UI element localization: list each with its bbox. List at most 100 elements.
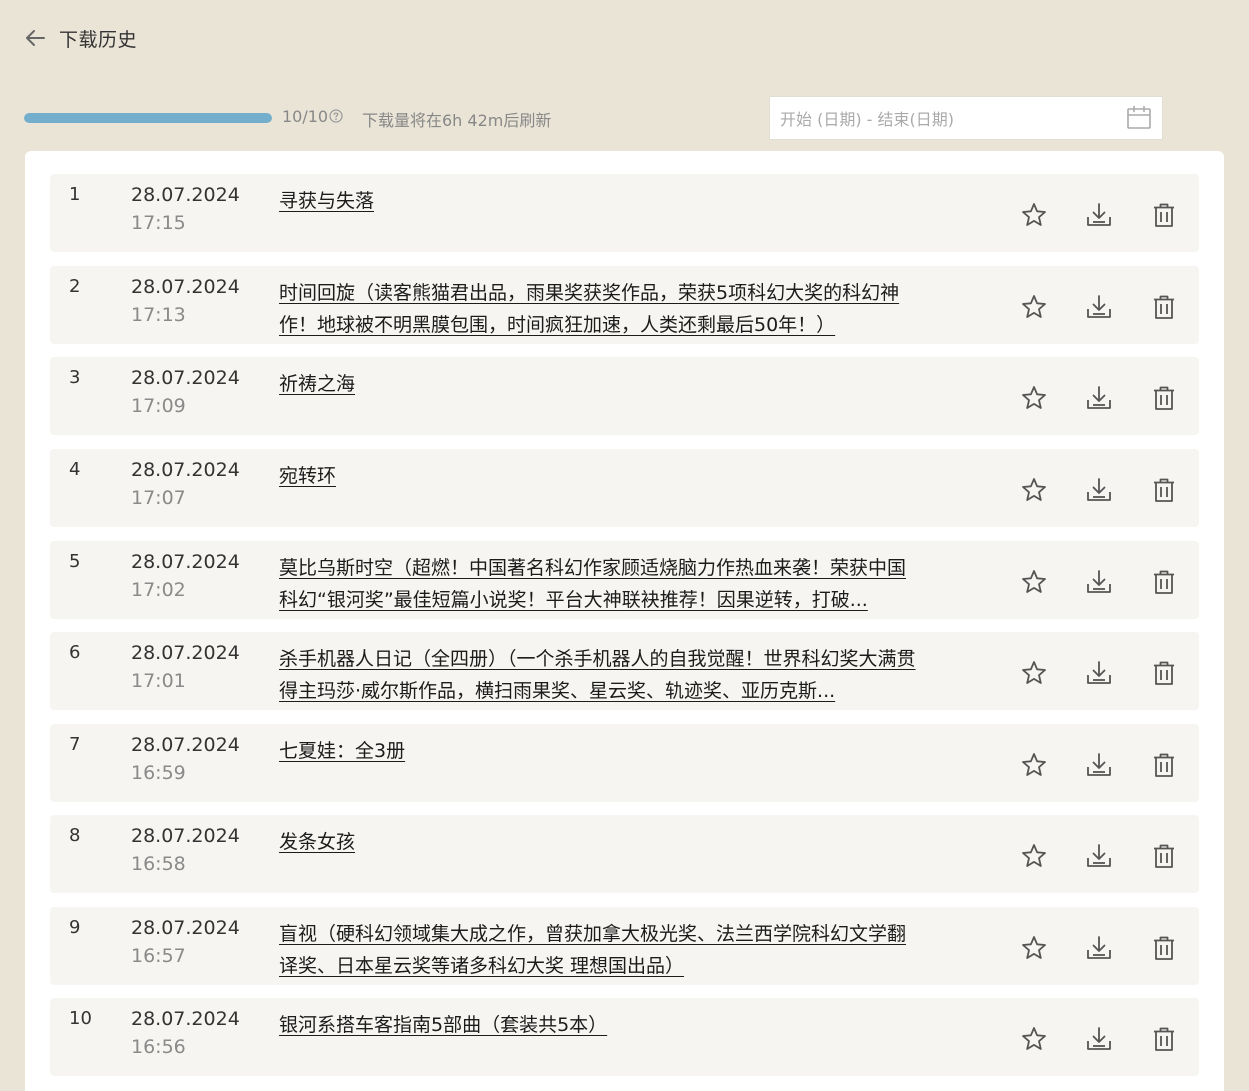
- trash-icon: [1154, 844, 1174, 868]
- download-icon: [1087, 936, 1111, 959]
- delete-button[interactable]: [1149, 200, 1179, 230]
- quota-count: 10/10: [282, 107, 329, 126]
- download-history-list: 1 28.07.2024 17:15 寻获与失落 2 28.07.2024 17…: [25, 151, 1224, 1091]
- book-title-link[interactable]: 宛转环: [279, 460, 919, 492]
- row-date: 28.07.2024: [131, 367, 240, 389]
- download-icon: [1087, 661, 1111, 684]
- row-date: 28.07.2024: [131, 917, 240, 939]
- download-button[interactable]: [1084, 292, 1114, 322]
- row-index: 7: [69, 734, 81, 755]
- book-title-link[interactable]: 杀手机器人日记（全四册）（一个杀手机器人的自我觉醒！世界科幻奖大满贯得主玛莎·威…: [279, 643, 919, 707]
- row-time: 17:02: [131, 579, 186, 601]
- star-icon: [1022, 1027, 1046, 1050]
- date-range-input[interactable]: 开始 (日期) - 结束(日期): [769, 96, 1163, 140]
- history-row: 3 28.07.2024 17:09 祈祷之海: [50, 357, 1199, 435]
- download-button[interactable]: [1084, 658, 1114, 688]
- book-title-link[interactable]: 寻获与失落: [279, 185, 919, 217]
- delete-button[interactable]: [1149, 841, 1179, 871]
- favorite-button[interactable]: [1019, 750, 1049, 780]
- trash-icon: [1154, 661, 1174, 685]
- star-icon: [1022, 661, 1046, 684]
- delete-button[interactable]: [1149, 658, 1179, 688]
- row-index: 1: [69, 184, 81, 205]
- row-date: 28.07.2024: [131, 734, 240, 756]
- row-index: 10: [69, 1008, 92, 1029]
- delete-button[interactable]: [1149, 567, 1179, 597]
- page-title: 下载历史: [59, 28, 138, 51]
- book-title-link[interactable]: 祈祷之海: [279, 368, 919, 400]
- row-index: 3: [69, 367, 81, 388]
- row-index: 6: [69, 642, 81, 663]
- trash-icon: [1154, 570, 1174, 594]
- calendar-icon[interactable]: [1126, 105, 1152, 131]
- book-title-link[interactable]: 莫比乌斯时空（超燃！中国著名科幻作家顾适烧脑力作热血来袭！荣获中国科幻“银河奖”…: [279, 552, 919, 616]
- star-icon: [1022, 844, 1046, 867]
- book-title-link[interactable]: 银河系搭车客指南5部曲（套装共5本）: [279, 1009, 919, 1041]
- download-button[interactable]: [1084, 383, 1114, 413]
- download-button[interactable]: [1084, 475, 1114, 505]
- history-row: 7 28.07.2024 16:59 七夏娃：全3册: [50, 724, 1199, 802]
- star-icon: [1022, 478, 1046, 501]
- favorite-button[interactable]: [1019, 1024, 1049, 1054]
- row-time: 17:15: [131, 212, 186, 234]
- favorite-button[interactable]: [1019, 658, 1049, 688]
- row-time: 16:58: [131, 853, 186, 875]
- back-button[interactable]: [24, 27, 46, 49]
- history-row: 10 28.07.2024 16:56 银河系搭车客指南5部曲（套装共5本）: [50, 998, 1199, 1076]
- favorite-button[interactable]: [1019, 292, 1049, 322]
- trash-icon: [1154, 295, 1174, 319]
- delete-button[interactable]: [1149, 475, 1179, 505]
- row-index: 4: [69, 459, 81, 480]
- row-time: 17:09: [131, 395, 186, 417]
- history-row: 2 28.07.2024 17:13 时间回旋（读客熊猫君出品，雨果奖获奖作品，…: [50, 266, 1199, 344]
- history-row: 8 28.07.2024 16:58 发条女孩: [50, 815, 1199, 893]
- row-time: 16:56: [131, 1036, 186, 1058]
- favorite-button[interactable]: [1019, 475, 1049, 505]
- star-icon: [1022, 753, 1046, 776]
- delete-button[interactable]: [1149, 933, 1179, 963]
- row-index: 8: [69, 825, 81, 846]
- favorite-button[interactable]: [1019, 200, 1049, 230]
- trash-icon: [1154, 753, 1174, 777]
- book-title-link[interactable]: 时间回旋（读客熊猫君出品，雨果奖获奖作品，荣获5项科幻大奖的科幻神作！地球被不明…: [279, 277, 919, 341]
- row-time: 17:01: [131, 670, 186, 692]
- download-button[interactable]: [1084, 841, 1114, 871]
- history-row: 9 28.07.2024 16:57 盲视（硬科幻领域集大成之作，曾获加拿大极光…: [50, 907, 1199, 985]
- star-icon: [1022, 203, 1046, 226]
- download-button[interactable]: [1084, 1024, 1114, 1054]
- download-icon: [1087, 570, 1111, 593]
- favorite-button[interactable]: [1019, 567, 1049, 597]
- download-icon: [1087, 753, 1111, 776]
- history-row: 4 28.07.2024 17:07 宛转环: [50, 449, 1199, 527]
- download-button[interactable]: [1084, 933, 1114, 963]
- arrow-left-icon: [26, 30, 45, 46]
- delete-button[interactable]: [1149, 1024, 1179, 1054]
- book-title-link[interactable]: 七夏娃：全3册: [279, 735, 919, 767]
- delete-button[interactable]: [1149, 383, 1179, 413]
- row-time: 16:59: [131, 762, 186, 784]
- row-date: 28.07.2024: [131, 551, 240, 573]
- favorite-button[interactable]: [1019, 933, 1049, 963]
- favorite-button[interactable]: [1019, 841, 1049, 871]
- question-circle-icon[interactable]: [329, 109, 343, 123]
- history-row: 6 28.07.2024 17:01 杀手机器人日记（全四册）（一个杀手机器人的…: [50, 632, 1199, 710]
- delete-button[interactable]: [1149, 292, 1179, 322]
- row-date: 28.07.2024: [131, 825, 240, 847]
- star-icon: [1022, 386, 1046, 409]
- download-button[interactable]: [1084, 200, 1114, 230]
- row-index: 9: [69, 917, 81, 938]
- row-date: 28.07.2024: [131, 642, 240, 664]
- download-button[interactable]: [1084, 750, 1114, 780]
- history-row: 1 28.07.2024 17:15 寻获与失落: [50, 174, 1199, 252]
- trash-icon: [1154, 386, 1174, 410]
- book-title-link[interactable]: 盲视（硬科幻领域集大成之作，曾获加拿大极光奖、法兰西学院科幻文学翻译奖、日本星云…: [279, 918, 919, 982]
- favorite-button[interactable]: [1019, 383, 1049, 413]
- star-icon: [1022, 295, 1046, 318]
- download-icon: [1087, 295, 1111, 318]
- star-icon: [1022, 936, 1046, 959]
- delete-button[interactable]: [1149, 750, 1179, 780]
- download-icon: [1087, 203, 1111, 226]
- download-button[interactable]: [1084, 567, 1114, 597]
- book-title-link[interactable]: 发条女孩: [279, 826, 919, 858]
- history-row: 5 28.07.2024 17:02 莫比乌斯时空（超燃！中国著名科幻作家顾适烧…: [50, 541, 1199, 619]
